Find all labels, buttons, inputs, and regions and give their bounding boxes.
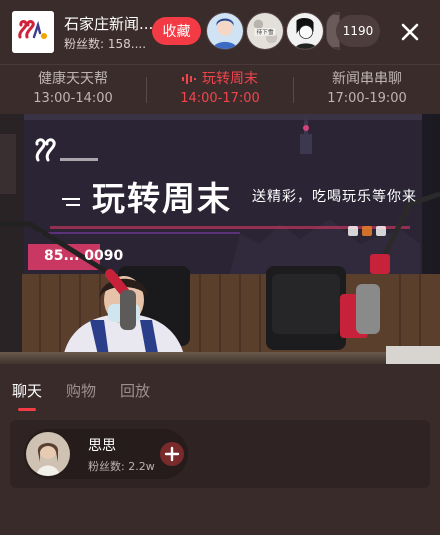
tab-shopping[interactable]: 购物 bbox=[66, 380, 96, 401]
follow-button[interactable] bbox=[160, 442, 184, 466]
live-wave-icon bbox=[182, 74, 196, 84]
viewer-avatar-3-icon bbox=[287, 13, 323, 49]
banner-phone: 85... 0090 bbox=[44, 248, 124, 264]
viewer-avatar-2[interactable]: 待下雪 bbox=[246, 12, 284, 50]
plus-icon bbox=[164, 446, 180, 462]
program-tab-3[interactable]: 新闻串串聊 17:00-19:00 bbox=[294, 69, 440, 109]
viewer-avatar-2-icon: 待下雪 bbox=[247, 13, 283, 49]
station-fans-count: 粉丝数: 158.... bbox=[64, 37, 147, 51]
favorite-button[interactable]: 收藏 bbox=[152, 17, 201, 45]
program-time: 17:00-19:00 bbox=[327, 91, 407, 106]
chat-panel: 思思 粉丝数: 2.2w bbox=[10, 420, 430, 488]
tab-chat[interactable]: 聊天 bbox=[12, 380, 42, 401]
program-name-text: 玩转周末 bbox=[202, 71, 258, 87]
host-avatar[interactable] bbox=[26, 432, 70, 476]
host-name: 思思 bbox=[88, 438, 116, 454]
viewer-avatar-1-icon bbox=[207, 13, 243, 49]
viewer-avatar-3[interactable] bbox=[286, 12, 324, 50]
program-time: 14:00-17:00 bbox=[180, 91, 260, 106]
station-logo-icon bbox=[12, 11, 54, 53]
chat-tab-bar: 聊天 购物 回放 bbox=[0, 364, 440, 416]
viewer-avatar-1[interactable] bbox=[206, 12, 244, 50]
viewer-count-badge[interactable]: 1190 bbox=[336, 15, 380, 47]
host-user-card[interactable]: 思思 粉丝数: 2.2w bbox=[24, 429, 188, 479]
active-tab-indicator bbox=[18, 408, 36, 411]
program-name: 玩转周末 bbox=[147, 69, 293, 89]
station-title: 石家庄新闻... bbox=[64, 15, 154, 33]
program-tab-1[interactable]: 健康天天帮 13:00-14:00 bbox=[0, 69, 146, 109]
studio-scene-image bbox=[0, 114, 440, 364]
close-icon bbox=[401, 23, 419, 41]
host-fans-count: 粉丝数: 2.2w bbox=[88, 460, 155, 473]
viewer-avatar-2-text: 待下雪 bbox=[256, 28, 273, 36]
top-header: 石家庄新闻... 粉丝数: 158.... 收藏 待下雪 1190 bbox=[0, 0, 440, 64]
close-button[interactable] bbox=[396, 18, 424, 46]
banner-subtitle: 送精彩，吃喝玩乐等你来 bbox=[252, 189, 417, 205]
program-schedule: 健康天天帮 13:00-14:00 玩转周末 14:00-17:00 新闻串串聊… bbox=[0, 64, 440, 114]
station-logo[interactable] bbox=[12, 11, 54, 53]
banner-title: 玩转周末 bbox=[92, 179, 232, 218]
host-avatar-icon bbox=[26, 432, 70, 476]
tab-replay[interactable]: 回放 bbox=[120, 380, 150, 401]
program-name: 新闻串串聊 bbox=[332, 71, 402, 87]
program-tab-2[interactable]: 玩转周末 14:00-17:00 bbox=[147, 69, 293, 109]
program-time: 13:00-14:00 bbox=[33, 91, 113, 106]
live-video-player[interactable]: 玩转周末 送精彩，吃喝玩乐等你来 85... 0090 bbox=[0, 114, 440, 364]
program-name: 健康天天帮 bbox=[38, 71, 108, 87]
